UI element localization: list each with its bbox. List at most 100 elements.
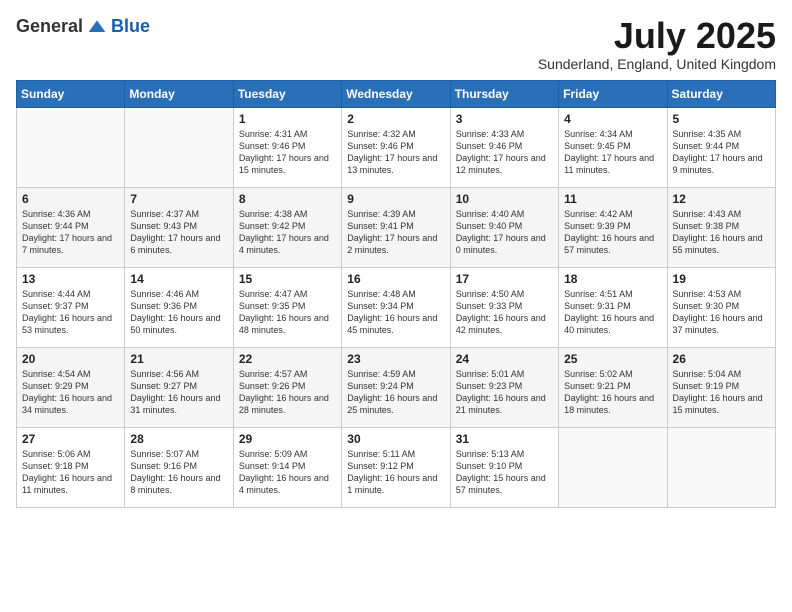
day-info: Sunrise: 5:01 AMSunset: 9:23 PMDaylight:… bbox=[456, 368, 553, 417]
calendar-week-row: 20 Sunrise: 4:54 AMSunset: 9:29 PMDayligh… bbox=[17, 347, 776, 427]
calendar-day-cell: 5 Sunrise: 4:35 AMSunset: 9:44 PMDaylight… bbox=[667, 107, 775, 187]
day-number: 17 bbox=[456, 272, 553, 286]
calendar-day-cell bbox=[125, 107, 233, 187]
day-number: 19 bbox=[673, 272, 770, 286]
calendar-day-cell bbox=[17, 107, 125, 187]
calendar-week-row: 6 Sunrise: 4:36 AMSunset: 9:44 PMDaylight… bbox=[17, 187, 776, 267]
day-info: Sunrise: 5:06 AMSunset: 9:18 PMDaylight:… bbox=[22, 448, 119, 497]
day-number: 5 bbox=[673, 112, 770, 126]
day-info: Sunrise: 4:37 AMSunset: 9:43 PMDaylight:… bbox=[130, 208, 227, 257]
day-number: 8 bbox=[239, 192, 336, 206]
day-number: 13 bbox=[22, 272, 119, 286]
day-of-week-header: Friday bbox=[559, 80, 667, 107]
calendar-day-cell: 16Sunrise: 4:48 AMSunset: 9:34 PMDayligh… bbox=[342, 267, 450, 347]
logo-icon bbox=[87, 17, 107, 37]
day-info: Sunrise: 4:53 AMSunset: 9:30 PMDaylight:… bbox=[673, 288, 770, 337]
day-info: Sunrise: 5:04 AMSunset: 9:19 PMDaylight:… bbox=[673, 368, 770, 417]
title-block: July 2025 Sunderland, England, United Ki… bbox=[538, 16, 776, 72]
day-number: 12 bbox=[673, 192, 770, 206]
day-number: 23 bbox=[347, 352, 444, 366]
day-info: Sunrise: 5:13 AMSunset: 9:10 PMDaylight:… bbox=[456, 448, 553, 497]
calendar-day-cell: 11Sunrise: 4:42 AMSunset: 9:39 PMDayligh… bbox=[559, 187, 667, 267]
day-number: 24 bbox=[456, 352, 553, 366]
location: Sunderland, England, United Kingdom bbox=[538, 56, 776, 72]
calendar-day-cell: 3 Sunrise: 4:33 AMSunset: 9:46 PMDaylight… bbox=[450, 107, 558, 187]
day-number: 15 bbox=[239, 272, 336, 286]
day-info: Sunrise: 5:09 AMSunset: 9:14 PMDaylight:… bbox=[239, 448, 336, 497]
logo: General Blue bbox=[16, 16, 150, 37]
day-of-week-header: Saturday bbox=[667, 80, 775, 107]
day-number: 10 bbox=[456, 192, 553, 206]
day-info: Sunrise: 4:51 AMSunset: 9:31 PMDaylight:… bbox=[564, 288, 661, 337]
calendar-day-cell: 28Sunrise: 5:07 AMSunset: 9:16 PMDayligh… bbox=[125, 427, 233, 507]
calendar-header-row: SundayMondayTuesdayWednesdayThursdayFrid… bbox=[17, 80, 776, 107]
calendar-week-row: 1 Sunrise: 4:31 AMSunset: 9:46 PMDaylight… bbox=[17, 107, 776, 187]
calendar-day-cell: 30Sunrise: 5:11 AMSunset: 9:12 PMDayligh… bbox=[342, 427, 450, 507]
calendar-day-cell: 4 Sunrise: 4:34 AMSunset: 9:45 PMDaylight… bbox=[559, 107, 667, 187]
day-info: Sunrise: 4:43 AMSunset: 9:38 PMDaylight:… bbox=[673, 208, 770, 257]
calendar-day-cell bbox=[559, 427, 667, 507]
calendar-day-cell: 6 Sunrise: 4:36 AMSunset: 9:44 PMDaylight… bbox=[17, 187, 125, 267]
day-of-week-header: Sunday bbox=[17, 80, 125, 107]
day-number: 16 bbox=[347, 272, 444, 286]
calendar-day-cell: 21 Sunrise: 4:56 AMSunset: 9:27 PMDayligh… bbox=[125, 347, 233, 427]
calendar-day-cell bbox=[667, 427, 775, 507]
day-of-week-header: Monday bbox=[125, 80, 233, 107]
calendar-day-cell: 29 Sunrise: 5:09 AMSunset: 9:14 PMDayligh… bbox=[233, 427, 341, 507]
day-info: Sunrise: 4:56 AMSunset: 9:27 PMDaylight:… bbox=[130, 368, 227, 417]
day-number: 29 bbox=[239, 432, 336, 446]
day-info: Sunrise: 4:59 AMSunset: 9:24 PMDaylight:… bbox=[347, 368, 444, 417]
calendar-day-cell: 14 Sunrise: 4:46 AMSunset: 9:36 PMDayligh… bbox=[125, 267, 233, 347]
day-info: Sunrise: 4:57 AMSunset: 9:26 PMDaylight:… bbox=[239, 368, 336, 417]
calendar-day-cell: 24 Sunrise: 5:01 AMSunset: 9:23 PMDayligh… bbox=[450, 347, 558, 427]
month-title: July 2025 bbox=[538, 16, 776, 56]
calendar-day-cell: 17 Sunrise: 4:50 AMSunset: 9:33 PMDayligh… bbox=[450, 267, 558, 347]
calendar-week-row: 13 Sunrise: 4:44 AMSunset: 9:37 PMDayligh… bbox=[17, 267, 776, 347]
day-info: Sunrise: 4:34 AMSunset: 9:45 PMDaylight:… bbox=[564, 128, 661, 177]
day-number: 14 bbox=[130, 272, 227, 286]
calendar-day-cell: 7 Sunrise: 4:37 AMSunset: 9:43 PMDaylight… bbox=[125, 187, 233, 267]
calendar-day-cell: 22Sunrise: 4:57 AMSunset: 9:26 PMDayligh… bbox=[233, 347, 341, 427]
logo-general: General bbox=[16, 16, 83, 37]
calendar-day-cell: 13 Sunrise: 4:44 AMSunset: 9:37 PMDayligh… bbox=[17, 267, 125, 347]
day-info: Sunrise: 4:35 AMSunset: 9:44 PMDaylight:… bbox=[673, 128, 770, 177]
day-number: 4 bbox=[564, 112, 661, 126]
calendar-day-cell: 8 Sunrise: 4:38 AMSunset: 9:42 PMDaylight… bbox=[233, 187, 341, 267]
day-number: 9 bbox=[347, 192, 444, 206]
page-header: General Blue July 2025 Sunderland, Engla… bbox=[16, 16, 776, 72]
calendar-day-cell: 1 Sunrise: 4:31 AMSunset: 9:46 PMDaylight… bbox=[233, 107, 341, 187]
day-info: Sunrise: 4:36 AMSunset: 9:44 PMDaylight:… bbox=[22, 208, 119, 257]
day-info: Sunrise: 4:46 AMSunset: 9:36 PMDaylight:… bbox=[130, 288, 227, 337]
day-number: 3 bbox=[456, 112, 553, 126]
calendar-day-cell: 2Sunrise: 4:32 AMSunset: 9:46 PMDaylight… bbox=[342, 107, 450, 187]
day-number: 11 bbox=[564, 192, 661, 206]
day-info: Sunrise: 4:54 AMSunset: 9:29 PMDaylight:… bbox=[22, 368, 119, 417]
day-info: Sunrise: 4:50 AMSunset: 9:33 PMDaylight:… bbox=[456, 288, 553, 337]
day-info: Sunrise: 4:31 AMSunset: 9:46 PMDaylight:… bbox=[239, 128, 336, 177]
day-number: 30 bbox=[347, 432, 444, 446]
day-number: 2 bbox=[347, 112, 444, 126]
day-of-week-header: Tuesday bbox=[233, 80, 341, 107]
day-info: Sunrise: 4:38 AMSunset: 9:42 PMDaylight:… bbox=[239, 208, 336, 257]
calendar-day-cell: 31Sunrise: 5:13 AMSunset: 9:10 PMDayligh… bbox=[450, 427, 558, 507]
day-info: Sunrise: 4:33 AMSunset: 9:46 PMDaylight:… bbox=[456, 128, 553, 177]
day-info: Sunrise: 5:02 AMSunset: 9:21 PMDaylight:… bbox=[564, 368, 661, 417]
calendar-day-cell: 19 Sunrise: 4:53 AMSunset: 9:30 PMDayligh… bbox=[667, 267, 775, 347]
calendar-day-cell: 15 Sunrise: 4:47 AMSunset: 9:35 PMDayligh… bbox=[233, 267, 341, 347]
calendar-day-cell: 18Sunrise: 4:51 AMSunset: 9:31 PMDayligh… bbox=[559, 267, 667, 347]
day-info: Sunrise: 4:47 AMSunset: 9:35 PMDaylight:… bbox=[239, 288, 336, 337]
day-info: Sunrise: 4:44 AMSunset: 9:37 PMDaylight:… bbox=[22, 288, 119, 337]
calendar-day-cell: 20 Sunrise: 4:54 AMSunset: 9:29 PMDayligh… bbox=[17, 347, 125, 427]
day-number: 28 bbox=[130, 432, 227, 446]
day-number: 6 bbox=[22, 192, 119, 206]
calendar-table: SundayMondayTuesdayWednesdayThursdayFrid… bbox=[16, 80, 776, 508]
calendar-day-cell: 26 Sunrise: 5:04 AMSunset: 9:19 PMDayligh… bbox=[667, 347, 775, 427]
day-number: 7 bbox=[130, 192, 227, 206]
calendar-day-cell: 27Sunrise: 5:06 AMSunset: 9:18 PMDayligh… bbox=[17, 427, 125, 507]
day-number: 26 bbox=[673, 352, 770, 366]
calendar-day-cell: 25Sunrise: 5:02 AMSunset: 9:21 PMDayligh… bbox=[559, 347, 667, 427]
day-number: 21 bbox=[130, 352, 227, 366]
day-number: 1 bbox=[239, 112, 336, 126]
calendar-day-cell: 12 Sunrise: 4:43 AMSunset: 9:38 PMDayligh… bbox=[667, 187, 775, 267]
day-number: 20 bbox=[22, 352, 119, 366]
